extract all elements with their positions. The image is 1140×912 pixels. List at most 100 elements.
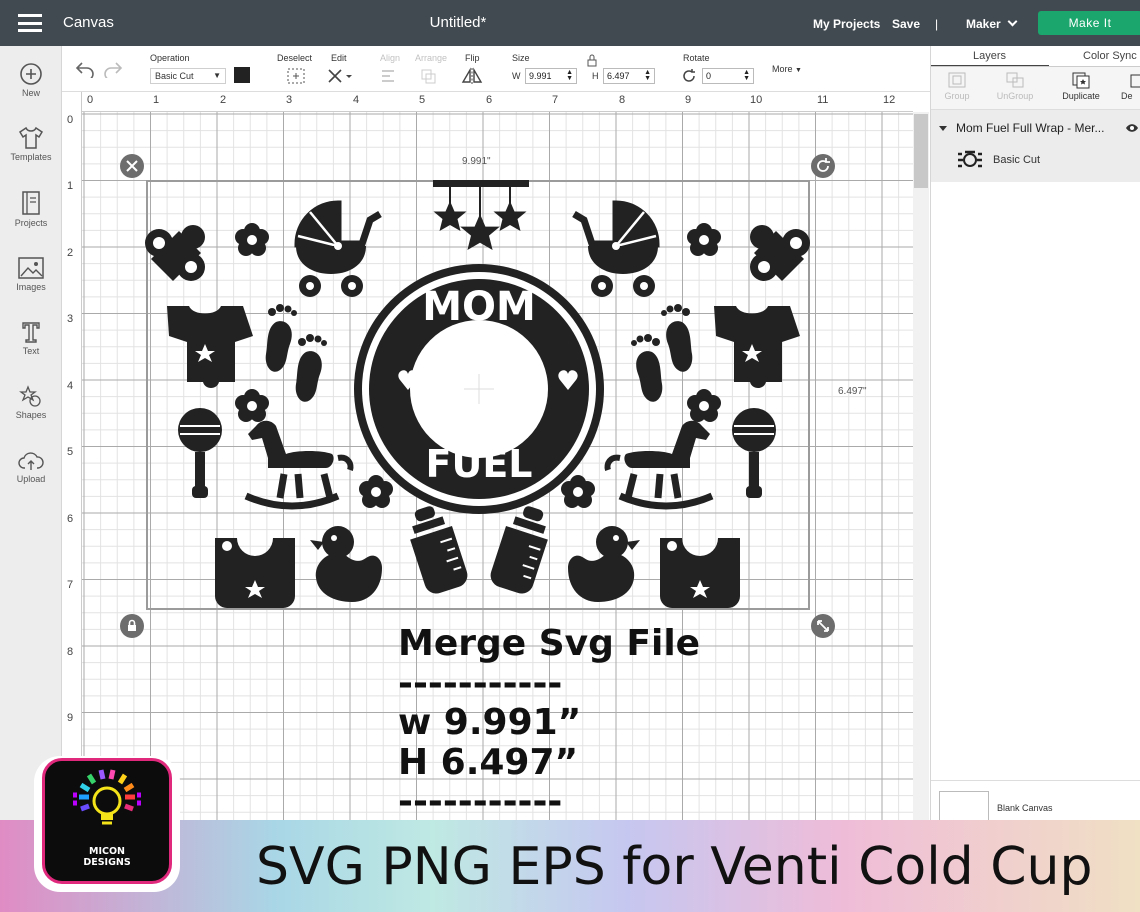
flower-graphic bbox=[561, 475, 595, 508]
delete-label: De bbox=[1121, 91, 1133, 101]
eye-icon[interactable] bbox=[1125, 123, 1139, 133]
operation-value: Basic Cut bbox=[155, 71, 194, 81]
duck-left-graphic bbox=[310, 526, 382, 602]
layers-panel: Layers Color Sync Group UnGroup Duplicat… bbox=[930, 46, 1140, 912]
save-button[interactable]: Save bbox=[892, 17, 920, 31]
height-stepper-icon: ▲ ▼ bbox=[644, 69, 651, 82]
overlay-line: ----------- bbox=[398, 662, 563, 704]
layer-operation: Basic Cut bbox=[993, 154, 1041, 166]
blank-canvas-label: Blank Canvas bbox=[997, 803, 1053, 813]
mom-fuel-badge: MOM FUEL bbox=[354, 264, 604, 514]
image-icon bbox=[18, 257, 44, 279]
duck-right-graphic bbox=[568, 526, 640, 602]
arrange-icon bbox=[421, 69, 436, 84]
more-menu[interactable]: More ▼ bbox=[772, 64, 802, 74]
flip-icon[interactable] bbox=[460, 67, 486, 85]
layer-group-row[interactable]: Mom Fuel Full Wrap - Mer... Basic Cut bbox=[931, 110, 1140, 182]
upload-cloud-icon bbox=[18, 452, 44, 470]
sidebar-label-shapes: Shapes bbox=[15, 410, 47, 420]
overlay-line: H 6.497” bbox=[398, 741, 579, 783]
more-label: More bbox=[772, 64, 793, 74]
rotate-icon bbox=[683, 69, 695, 82]
edit-toolbar: Operation Basic Cut ▼ Deselect Edit Align… bbox=[62, 46, 930, 92]
duplicate-icon bbox=[1072, 72, 1090, 89]
width-label: W bbox=[512, 71, 521, 81]
edit-tools-icon[interactable] bbox=[326, 67, 352, 85]
flower-graphic bbox=[687, 223, 721, 256]
blank-canvas-swatch[interactable] bbox=[939, 791, 989, 821]
undo-icon[interactable] bbox=[74, 58, 96, 78]
height-label: H bbox=[592, 71, 599, 81]
app-window: Canvas Untitled* My Projects Save | Make… bbox=[0, 0, 1140, 912]
sidebar-label-new: New bbox=[21, 88, 40, 98]
delete-button[interactable]: De bbox=[1121, 71, 1140, 101]
expand-triangle-icon[interactable] bbox=[939, 126, 947, 131]
onesie-right-graphic bbox=[714, 306, 800, 388]
text-t-icon bbox=[22, 322, 40, 343]
pram-right-graphic bbox=[574, 204, 658, 297]
layer-name: Mom Fuel Full Wrap - Mer... bbox=[956, 121, 1105, 135]
group-label: Group bbox=[944, 91, 970, 101]
sidebar-item-projects[interactable]: Projects bbox=[0, 190, 62, 228]
width-input[interactable]: 9.991 ▲ ▼ bbox=[525, 68, 577, 84]
edit-label: Edit bbox=[331, 53, 347, 63]
book-icon bbox=[22, 191, 40, 215]
duplicate-label: Duplicate bbox=[1062, 91, 1100, 101]
duplicate-button[interactable]: Duplicate bbox=[1051, 71, 1111, 101]
width-stepper-icon: ▲ ▼ bbox=[566, 69, 573, 82]
rotate-value: 0 bbox=[706, 71, 712, 81]
overlay-line: ----------- bbox=[398, 781, 563, 822]
baby-feet-right-graphic bbox=[631, 304, 693, 402]
color-swatch[interactable] bbox=[234, 67, 250, 83]
sidebar-label-text: Text bbox=[22, 346, 40, 356]
ungroup-icon bbox=[1006, 72, 1024, 88]
size-label: Size bbox=[512, 53, 530, 63]
deselect-label: Deselect bbox=[277, 53, 313, 63]
bottle-right-graphic bbox=[486, 500, 557, 598]
vertical-scrollbar[interactable] bbox=[913, 112, 929, 820]
banner-text: SVG PNG EPS for Venti Cold Cup bbox=[256, 837, 1093, 897]
tab-layers[interactable]: Layers bbox=[973, 50, 1006, 62]
mobile-graphic bbox=[433, 180, 529, 250]
rotate-input[interactable]: 0 ▲ ▼ bbox=[702, 68, 754, 84]
operation-select[interactable]: Basic Cut ▼ bbox=[150, 68, 226, 84]
sidebar-label-projects: Projects bbox=[14, 218, 48, 228]
machine-select[interactable]: Maker bbox=[966, 16, 1018, 31]
bib-left-graphic bbox=[215, 538, 295, 608]
sidebar-item-images[interactable]: Images bbox=[0, 256, 62, 292]
deselect-icon[interactable] bbox=[286, 67, 306, 85]
tab-color-sync[interactable]: Color Sync bbox=[1083, 50, 1137, 62]
chevron-down-icon bbox=[1007, 16, 1018, 27]
my-projects-link[interactable]: My Projects bbox=[813, 17, 880, 31]
sidebar-item-templates[interactable]: Templates bbox=[0, 126, 62, 162]
logo-text: MICON DESIGNS bbox=[42, 846, 172, 868]
scrollbar-thumb[interactable] bbox=[914, 114, 928, 188]
sidebar-item-text[interactable]: Text bbox=[0, 320, 62, 356]
sidebar-label-images: Images bbox=[16, 282, 46, 292]
bib-right-graphic bbox=[660, 538, 740, 608]
sidebar-item-new[interactable]: New bbox=[0, 62, 62, 98]
top-bar: Canvas Untitled* My Projects Save | Make… bbox=[0, 0, 1140, 46]
redo-icon[interactable] bbox=[102, 58, 124, 78]
make-it-button[interactable]: Make It bbox=[1038, 11, 1140, 35]
sidebar-item-shapes[interactable]: Shapes bbox=[0, 384, 62, 420]
separator: | bbox=[935, 17, 939, 31]
rotate-label: Rotate bbox=[683, 53, 710, 63]
flower-graphic bbox=[687, 389, 721, 422]
document-title[interactable]: Untitled* bbox=[0, 14, 916, 31]
pram-left-graphic bbox=[296, 204, 380, 297]
flower-graphic bbox=[235, 223, 269, 256]
group-button: Group bbox=[927, 71, 987, 101]
bottle-left-graphic bbox=[401, 500, 472, 598]
lock-aspect-icon[interactable] bbox=[586, 54, 598, 68]
overlay-line: w 9.991” bbox=[398, 702, 582, 743]
delete-icon bbox=[1130, 74, 1140, 88]
sidebar-item-upload[interactable]: Upload bbox=[0, 450, 62, 484]
rattle-left-graphic bbox=[177, 407, 223, 499]
onesie-left-graphic bbox=[167, 306, 253, 388]
height-input[interactable]: 6.497 ▲ ▼ bbox=[603, 68, 655, 84]
overlay-line: Merge Svg File bbox=[398, 623, 701, 664]
baby-feet-left-graphic bbox=[265, 304, 327, 402]
flip-label: Flip bbox=[465, 53, 480, 63]
logo-line: DESIGNS bbox=[83, 857, 131, 868]
